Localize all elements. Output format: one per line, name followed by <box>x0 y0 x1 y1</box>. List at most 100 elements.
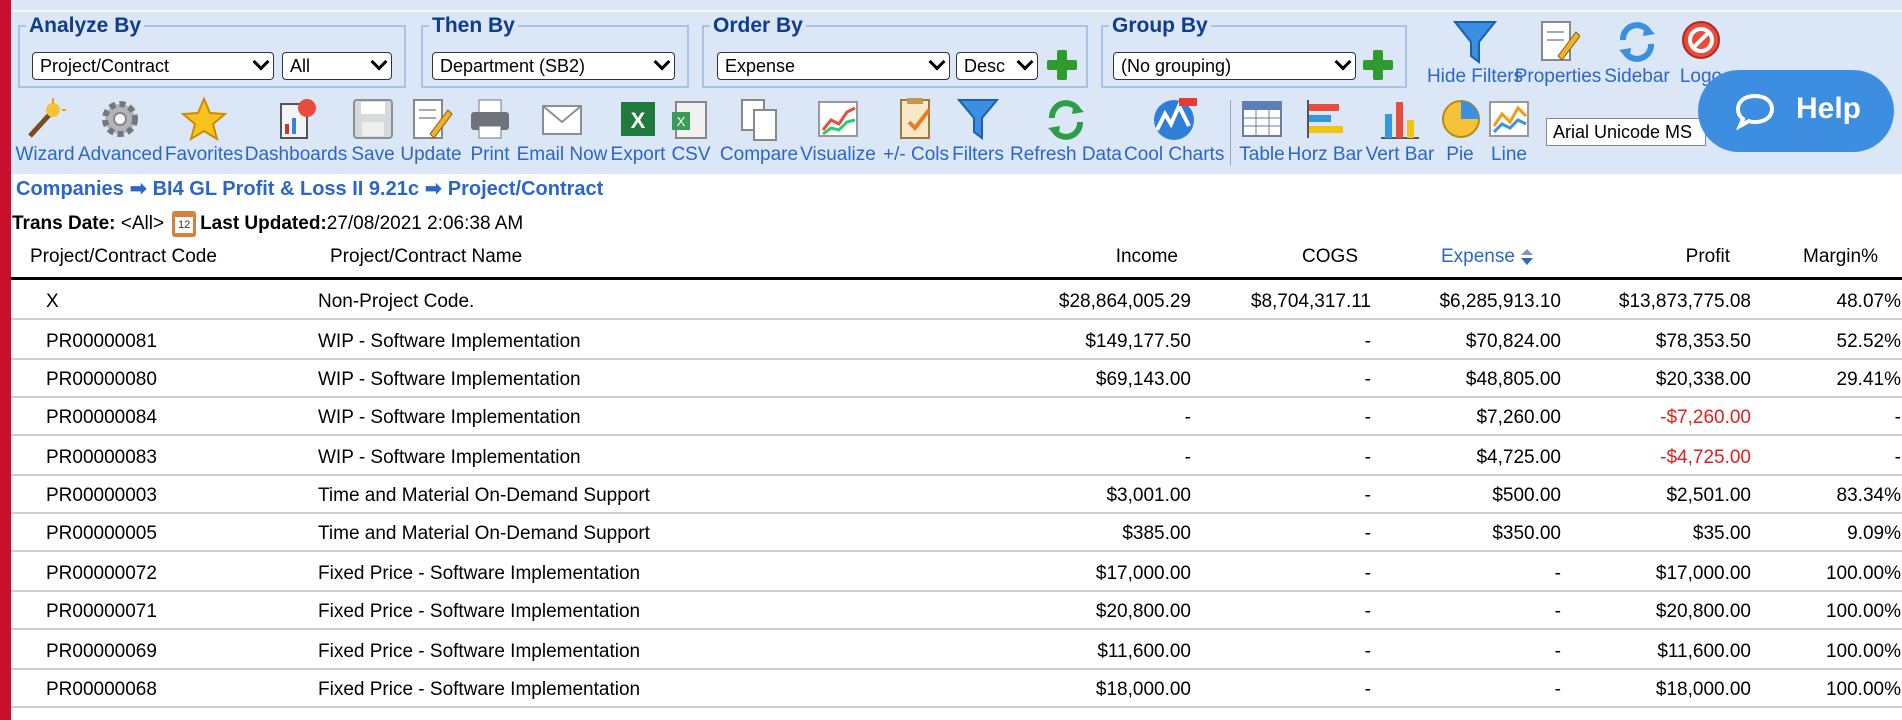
cell-code: PR00000068 <box>46 679 157 700</box>
export-button[interactable]: X Export <box>608 96 668 166</box>
favorites-label: Favorites <box>164 144 244 165</box>
arrow-right-icon: ➡ <box>424 178 442 200</box>
cell-expense: $500.00 <box>1492 485 1561 506</box>
column-header-cogs[interactable]: COGS <box>1240 246 1358 268</box>
cell-income: $11,600.00 <box>1097 641 1191 662</box>
calendar-icon[interactable] <box>172 211 197 237</box>
cell-code: PR00000080 <box>46 369 157 390</box>
table-row[interactable]: PR00000083 WIP - Software Implementation -… <box>11 438 1902 476</box>
column-header-code[interactable]: Project/Contract Code <box>30 246 217 268</box>
cell-income: $149,177.50 <box>1085 331 1191 352</box>
csv-button[interactable]: X CSV <box>668 96 714 166</box>
table-row[interactable]: PR00000071 Fixed Price - Software Impleme… <box>11 592 1902 630</box>
logout-icon <box>1682 21 1720 59</box>
breadcrumb-report[interactable]: BI4 GL Profit & Loss II 9.21c <box>153 178 419 200</box>
add-order-plus-icon[interactable] <box>1045 48 1079 82</box>
cell-profit: $20,338.00 <box>1655 369 1751 390</box>
analyze-by-select[interactable]: Project/Contract <box>32 52 274 80</box>
table-row[interactable]: PR00000068 Fixed Price - Software Impleme… <box>11 670 1902 708</box>
visualize-icon <box>818 101 858 137</box>
table-row[interactable]: PR00000072 Fixed Price - Software Impleme… <box>11 554 1902 592</box>
column-header-name[interactable]: Project/Contract Name <box>330 246 522 268</box>
chevron-down-icon <box>1016 53 1034 71</box>
table-button[interactable]: Table <box>1234 96 1290 166</box>
column-header-expense-label: Expense <box>1441 246 1515 267</box>
cell-expense: - <box>1554 563 1561 584</box>
column-header-margin[interactable]: Margin% <box>1772 246 1878 268</box>
group-by-select[interactable]: (No grouping) <box>1113 52 1356 80</box>
refresh-data-button[interactable]: Refresh Data <box>1006 96 1126 166</box>
update-button[interactable]: Update <box>398 96 464 166</box>
line-label: Line <box>1491 144 1527 165</box>
star-icon <box>181 96 227 142</box>
columns-icon <box>900 98 931 139</box>
cell-code: PR00000084 <box>46 407 157 428</box>
email-now-button[interactable]: Email Now <box>514 96 610 166</box>
pie-button[interactable]: Pie <box>1438 96 1482 166</box>
chevron-down-icon <box>370 53 388 71</box>
analyze-by-secondary-select[interactable]: All <box>282 52 392 80</box>
properties-button[interactable]: Properties <box>1512 18 1604 88</box>
font-select[interactable]: Arial Unicode MS <box>1546 118 1706 146</box>
line-button[interactable]: Line <box>1484 96 1534 166</box>
help-button[interactable]: Help <box>1698 70 1894 152</box>
horizontal-bar-icon <box>1307 100 1343 138</box>
order-by-legend: Order By <box>713 14 803 37</box>
add-group-plus-icon[interactable] <box>1361 48 1395 82</box>
cell-income: $28,864,005.29 <box>1058 291 1191 312</box>
visualize-button[interactable]: Visualize <box>798 96 878 166</box>
cell-name: Fixed Price - Software Implementation <box>318 679 641 700</box>
column-header-profit[interactable]: Profit <box>1612 246 1730 268</box>
cell-name: Fixed Price - Software Implementation <box>318 563 641 584</box>
table-row[interactable]: PR00000069 Fixed Price - Software Impleme… <box>11 632 1902 670</box>
cell-name: Fixed Price - Software Implementation <box>318 641 641 662</box>
excel-icon: X <box>621 102 655 136</box>
advanced-button[interactable]: Advanced <box>78 96 163 166</box>
cell-code: PR00000081 <box>46 331 157 352</box>
last-updated-label: Last Updated: <box>200 213 327 235</box>
cell-expense: $70,824.00 <box>1465 331 1561 352</box>
horz-bar-button[interactable]: Horz Bar <box>1286 96 1364 166</box>
wizard-button[interactable]: Wizard <box>14 96 76 166</box>
column-header-income[interactable]: Income <box>1060 246 1178 268</box>
pie-label: Pie <box>1446 144 1474 165</box>
cell-profit: $2,501.00 <box>1666 485 1751 506</box>
compare-button[interactable]: Compare <box>716 96 802 166</box>
print-button[interactable]: Print <box>464 96 516 166</box>
top-divider <box>11 10 1902 12</box>
sidebar-label: Sidebar <box>1604 66 1670 87</box>
column-header-expense[interactable]: Expense <box>1441 246 1533 268</box>
cell-cogs: $8,704,317.11 <box>1250 291 1371 312</box>
cool-charts-button[interactable]: Cool Charts <box>1124 96 1224 166</box>
table-row[interactable]: PR00000084 WIP - Software Implementation -… <box>11 398 1902 436</box>
trans-date-value[interactable]: <All> <box>121 213 164 234</box>
order-by-select[interactable]: Expense <box>717 52 950 80</box>
then-by-select[interactable]: Department (SB2) <box>432 52 675 80</box>
table-icon <box>1242 101 1282 137</box>
cell-income: $20,800.00 <box>1095 601 1191 622</box>
cell-profit: $11,600.00 <box>1657 641 1751 662</box>
export-label: Export <box>610 144 666 165</box>
breadcrumb-project-contract[interactable]: Project/Contract <box>448 178 604 200</box>
columns-button[interactable]: +/- Cols <box>876 96 956 166</box>
table-row[interactable]: PR00000081 WIP - Software Implementation $… <box>11 322 1902 360</box>
dashboards-button[interactable]: Dashboards <box>244 96 348 166</box>
filters-label: Filters <box>952 144 1004 165</box>
save-button[interactable]: Save <box>350 96 396 166</box>
sidebar-button[interactable]: Sidebar <box>1598 18 1676 88</box>
cell-expense: $6,285,913.10 <box>1439 291 1561 312</box>
favorites-button[interactable]: Favorites <box>164 96 244 166</box>
cell-margin: 48.07% <box>1836 291 1901 312</box>
cell-cogs: - <box>1364 679 1371 700</box>
vert-bar-button[interactable]: Vert Bar <box>1362 96 1438 166</box>
group-by-value: (No grouping) <box>1121 56 1232 76</box>
table-row[interactable]: PR00000005 Time and Material On-Demand Su… <box>11 514 1902 552</box>
table-row[interactable]: X Non-Project Code. $28,864,005.29 $8,704,3… <box>11 282 1902 320</box>
table-row[interactable]: PR00000003 Time and Material On-Demand Su… <box>11 476 1902 514</box>
filters-button[interactable]: Filters <box>950 96 1006 166</box>
table-row[interactable]: PR00000080 WIP - Software Implementation $… <box>11 360 1902 398</box>
wizard-label: Wizard <box>15 144 75 165</box>
cool-charts-label: Cool Charts <box>1124 144 1225 165</box>
breadcrumb-companies[interactable]: Companies <box>16 178 124 200</box>
order-direction-select[interactable]: Desc <box>956 52 1038 80</box>
